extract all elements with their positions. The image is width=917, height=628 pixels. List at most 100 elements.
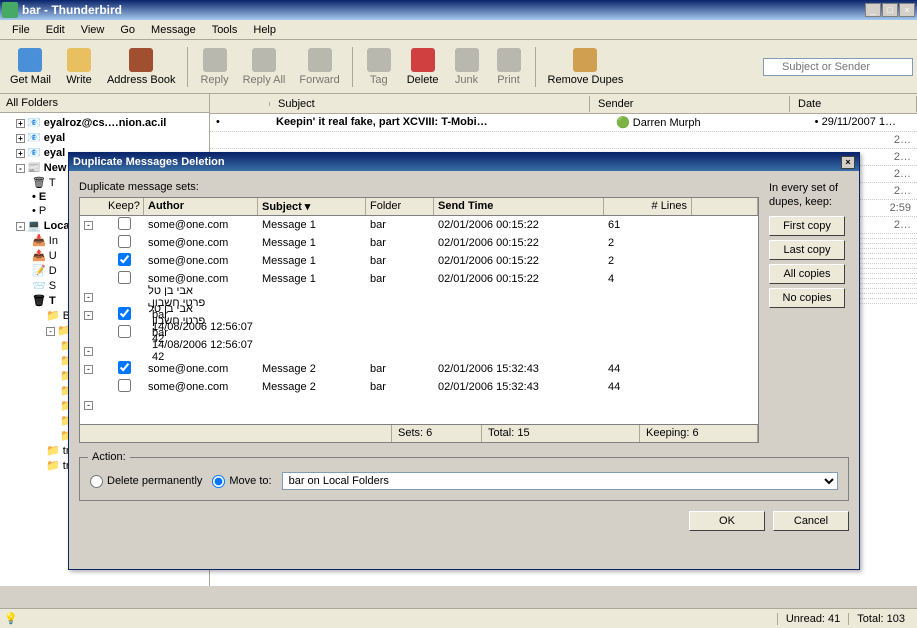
write-button[interactable]: Write [59,46,99,88]
cell-sendtime: 02/01/2006 15:32:43 [434,381,604,393]
window-titlebar: bar - Thunderbird _ □ × [0,0,917,20]
menu-go[interactable]: Go [112,22,143,38]
cell-author: some@one.com [144,273,258,285]
cell-sendtime: 02/01/2006 00:15:22 [434,273,604,285]
keep-checkbox[interactable] [118,253,131,266]
book-icon [129,48,153,72]
grid-row[interactable]: -some@one.comMessage 1bar02/01/2006 00:1… [80,216,758,234]
grid-row[interactable]: some@one.comMessage 1bar02/01/2006 00:15… [80,234,758,252]
keep-checkbox[interactable] [118,361,131,374]
cell-folder: bar [366,237,434,249]
reply-all-button[interactable]: Reply All [237,46,292,88]
delete-icon [411,48,435,72]
sets-label: Duplicate message sets: [79,181,759,193]
collapse-icon[interactable]: - [84,365,93,374]
menu-help[interactable]: Help [245,22,284,38]
footer-sets: Sets: 6 [392,425,482,442]
col-lines: # Lines [604,198,692,215]
mail-icon [18,48,42,72]
cell-sendtime: 02/01/2006 00:15:22 [434,237,604,249]
keep-checkbox[interactable] [118,379,131,392]
col-sendtime: Send Time [434,198,604,215]
window-title: bar - Thunderbird [22,3,865,17]
reply-all-icon [252,48,276,72]
ok-button[interactable]: OK [689,511,765,531]
dialog-title: Duplicate Messages Deletion [73,156,225,168]
cell-folder: bar [366,381,434,393]
keep-checkbox[interactable] [118,217,131,230]
search-input[interactable] [763,58,913,76]
keep-checkbox[interactable] [118,325,131,338]
collapse-icon[interactable]: - [84,293,93,302]
column-headers[interactable]: Subject Sender Date [210,94,917,114]
collapse-icon[interactable]: - [84,221,93,230]
keep-checkbox[interactable] [118,307,131,320]
delete-button[interactable]: Delete [401,46,445,88]
cell-subject: Message 1 [258,219,366,231]
all-copies-button[interactable]: All copies [769,264,845,284]
cell-folder: bar [366,363,434,375]
grid-row[interactable]: -some@one.comMessage 2bar02/01/2006 15:3… [80,360,758,378]
grid-row[interactable]: אבי בן טל פרטי חשבוןbar14/08/2006 12:56:… [80,324,758,342]
last-copy-button[interactable]: Last copy [769,240,845,260]
bulb-icon: 💡 [4,612,18,625]
get-mail-button[interactable]: Get Mail [4,46,57,88]
move-target-select[interactable]: bar on Local Folders [282,472,838,490]
col-author: Author [144,198,258,215]
maximize-button[interactable]: □ [882,3,898,17]
tag-button[interactable]: Tag [359,46,399,88]
close-button[interactable]: × [899,3,915,17]
menu-message[interactable]: Message [143,22,204,38]
message-row[interactable]: • Keepin' it real fake, part XCVIII: T-M… [210,114,917,132]
collapse-icon[interactable]: - [84,347,93,356]
tag-icon [367,48,391,72]
cell-author: some@one.com [144,219,258,231]
keep-checkbox[interactable] [118,235,131,248]
cell-sendtime: 02/01/2006 15:32:43 [434,363,604,375]
dupes-icon [573,48,597,72]
grid-row[interactable]: some@one.comMessage 1bar02/01/2006 00:15… [80,252,758,270]
unread-count: Unread: 41 [777,613,848,625]
collapse-icon[interactable]: - [84,401,93,410]
col-keep: Keep? [80,198,144,215]
cell-subject: Message 1 [258,237,366,249]
cell-lines: 44 [604,363,682,375]
menu-file[interactable]: File [4,22,38,38]
duplicate-grid: Keep? Author Subject ▾ Folder Send Time … [79,197,759,425]
toolbar: Get Mail Write Address Book Reply Reply … [0,40,917,94]
action-group: Action: Delete permanently Move to: bar … [79,457,849,501]
cancel-button[interactable]: Cancel [773,511,849,531]
cell-lines: 44 [604,381,682,393]
no-copies-button[interactable]: No copies [769,288,845,308]
cell-lines: 2 [604,255,682,267]
dialog-close-button[interactable]: × [841,156,855,169]
message-row[interactable]: 2… [210,132,917,149]
junk-button[interactable]: Junk [447,46,487,88]
cell-folder: bar [366,273,434,285]
menu-view[interactable]: View [73,22,113,38]
grid-body[interactable]: -some@one.comMessage 1bar02/01/2006 00:1… [80,216,758,424]
side-label: In every set of dupes, keep: [769,181,849,210]
menu-edit[interactable]: Edit [38,22,73,38]
menu-tools[interactable]: Tools [204,22,246,38]
remove-dupes-button[interactable]: Remove Dupes [542,46,630,88]
print-button[interactable]: Print [489,46,529,88]
search-box [763,58,913,76]
address-book-button[interactable]: Address Book [101,46,181,88]
toolbar-separator [535,47,536,87]
collapse-icon[interactable]: - [84,311,93,320]
cell-author: אבי בן טל פרטי חשבוןbar14/08/2006 12:56:… [144,303,258,363]
grid-row[interactable]: some@one.comMessage 2bar02/01/2006 15:32… [80,378,758,396]
move-to-radio[interactable]: Move to: [212,475,271,488]
footer-total: Total: 15 [482,425,640,442]
minimize-button[interactable]: _ [865,3,881,17]
keep-checkbox[interactable] [118,271,131,284]
cell-author: some@one.com [144,255,258,267]
cell-subject: Message 2 [258,381,366,393]
delete-permanently-radio[interactable]: Delete permanently [90,475,202,488]
first-copy-button[interactable]: First copy [769,216,845,236]
forward-button[interactable]: Forward [293,46,345,88]
statusbar: 💡 Unread: 41 Total: 103 [0,608,917,628]
grid-header[interactable]: Keep? Author Subject ▾ Folder Send Time … [80,198,758,216]
reply-button[interactable]: Reply [194,46,234,88]
